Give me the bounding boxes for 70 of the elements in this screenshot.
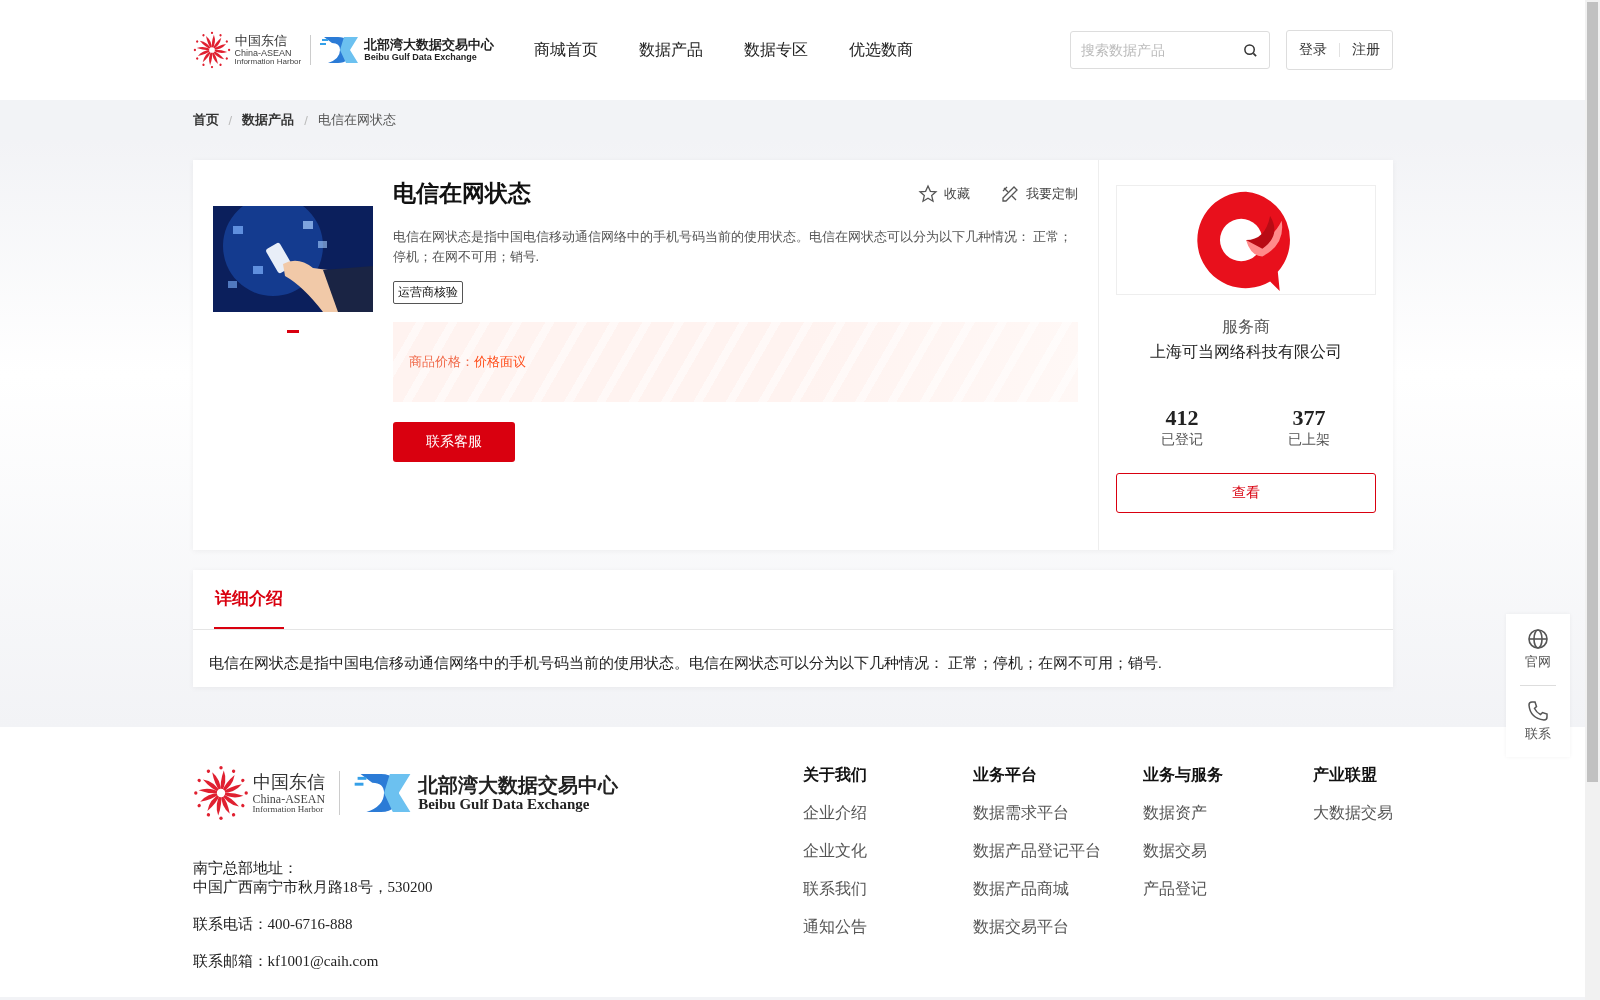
auth-link[interactable]: 注册	[1351, 41, 1380, 59]
price-value: 价格面议	[473, 353, 526, 371]
nav-link[interactable]: 优选数商	[849, 39, 914, 61]
stat-label: 已上架	[1288, 431, 1330, 449]
price-label: 商品价格：	[408, 353, 474, 371]
action-link[interactable]: 收藏	[917, 183, 970, 204]
float-button[interactable]: 官网	[1525, 624, 1551, 675]
nav-link[interactable]: 数据产品	[639, 39, 704, 61]
breadcrumb-item[interactable]: 首页	[192, 111, 219, 129]
footer-link[interactable]: 通知公告	[802, 917, 973, 938]
footer-link[interactable]: 大数据交易	[1312, 803, 1393, 824]
footer-link[interactable]: 产品登记	[1142, 879, 1313, 900]
footer-link[interactable]: 数据资产	[1142, 803, 1313, 824]
logo-subtitle: Information Harbor	[252, 804, 325, 814]
logo-subtitle: Beibu Gulf Data Exchange	[418, 796, 591, 812]
footer-link[interactable]: 数据产品商城	[972, 879, 1143, 900]
stat-value: 377	[1292, 405, 1326, 431]
contact-button[interactable]: 联系客服	[392, 422, 515, 462]
footer-link[interactable]: 联系我们	[802, 879, 973, 900]
footer-link[interactable]: 数据交易平台	[972, 917, 1143, 938]
tag: 运营商核验	[392, 281, 463, 304]
details-tab[interactable]: 详细介绍	[213, 570, 284, 629]
phone-text: 联系电话：400-6716-888	[192, 915, 354, 934]
details-text: 电信在网状态是指中国电信移动通信网络中的手机号码当前的使用状态。电信在网状态可以分为以下几种情况： 正常；停机；在网不可用；销号.	[207, 653, 1163, 673]
footer-link[interactable]: 数据需求平台	[972, 803, 1143, 824]
search-icon[interactable]	[1242, 43, 1258, 58]
logo-text: 中国东信	[234, 34, 288, 47]
action-link[interactable]: 我要定制	[999, 183, 1078, 204]
address-text: 中国广西南宁市秋月路18号，530200	[192, 878, 434, 897]
globe-icon	[1527, 628, 1549, 650]
stat-label: 已登记	[1161, 431, 1203, 449]
address-label: 南宁总部地址：	[192, 859, 299, 878]
footer-column-title: 关于我们	[802, 765, 868, 785]
logo-text: 北部湾大数据交易中心	[364, 38, 495, 51]
footer-column-title: 业务与服务	[1142, 765, 1224, 785]
breadcrumb-separator: /	[304, 112, 308, 128]
product-title: 电信在网状态	[392, 180, 531, 208]
logo-text: 北部湾大数据交易中心	[418, 774, 619, 795]
phone-icon	[1527, 700, 1549, 722]
logo-subtitle: China-ASEAN	[252, 792, 326, 805]
logo-subtitle: Information Harbor	[234, 58, 302, 66]
breadcrumb-item[interactable]: 电信在网状态	[317, 111, 396, 129]
logo[interactable]: 中国东信 China-ASEAN Information Harbor 北部湾大数据交易中心 Beibu Gulf Data Exchange	[192, 31, 495, 69]
scrollbar[interactable]	[1585, 0, 1600, 1000]
breadcrumb-item[interactable]: 数据产品	[242, 111, 295, 129]
provider-name: 上海可当网络科技有限公司	[1149, 342, 1342, 362]
footer-link[interactable]: 企业文化	[802, 841, 973, 862]
view-button[interactable]: 查看	[1115, 473, 1376, 513]
flower-icon	[192, 765, 249, 821]
footer-column-title: 业务平台	[972, 765, 1038, 785]
nav-link[interactable]: 商城首页	[534, 39, 599, 61]
footer-link[interactable]: 数据交易	[1142, 841, 1313, 862]
email-text: 联系邮箱：kf1001@caih.com	[192, 952, 380, 971]
nav-link[interactable]: 数据专区	[744, 39, 809, 61]
search-field[interactable]: 搜索数据产品	[1069, 31, 1270, 69]
breadcrumb-separator: /	[228, 112, 233, 128]
exchange-logo-icon	[320, 35, 361, 65]
footer-link[interactable]: 企业介绍	[802, 803, 973, 824]
auth-link[interactable]: 登录	[1298, 41, 1327, 59]
footer-column-title: 产业联盟	[1312, 765, 1378, 785]
logo-subtitle: Beibu Gulf Data Exchange	[364, 53, 478, 62]
logo-text: 中国东信	[252, 772, 326, 791]
float-button[interactable]: 联系	[1525, 696, 1551, 747]
flower-icon	[192, 31, 231, 69]
provider-role: 服务商	[1221, 317, 1270, 337]
product-description: 电信在网状态是指中国电信移动通信网络中的手机号码当前的使用状态。电信在网状态可以分为以下几种情况： 正常；停机；在网不可用；销号.	[392, 228, 1074, 266]
stat-value: 412	[1165, 405, 1199, 431]
footer-link[interactable]: 数据产品登记平台	[972, 841, 1143, 862]
star-icon	[917, 183, 938, 204]
logo-subtitle: China-ASEAN	[234, 49, 293, 58]
